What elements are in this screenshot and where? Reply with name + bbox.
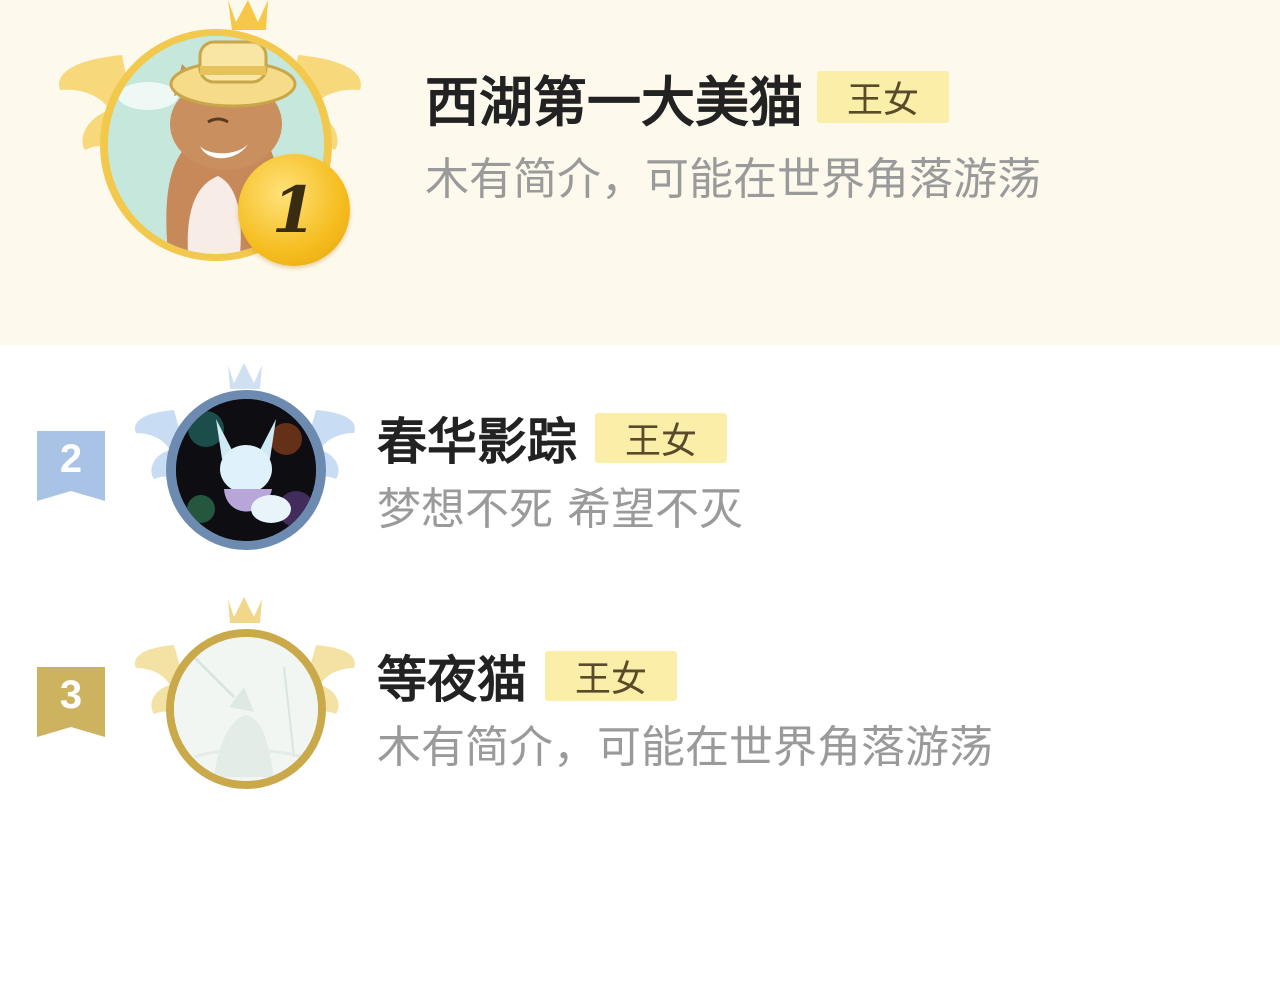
title-tag: 王女 <box>545 651 677 701</box>
ranking-entry-1[interactable]: 1 西湖第一大美猫 王女 木有简介，可能在世界角落游荡 <box>0 0 1280 345</box>
user-name[interactable]: 春华影踪 <box>377 402 577 474</box>
name-row: 等夜猫 王女 <box>377 647 677 709</box>
bronze-avatar-frame[interactable] <box>130 595 360 795</box>
silver-avatar-frame[interactable] <box>130 355 360 555</box>
rank-number: 3 <box>59 673 83 717</box>
user-name[interactable]: 等夜猫 <box>377 640 527 712</box>
rank-number: 1 <box>271 172 317 248</box>
user-description: 木有简介，可能在世界角落游荡 <box>377 722 993 773</box>
ranking-entry-2[interactable]: 2 春华影踪 王女 梦想不死 希望不灭 <box>0 355 1280 565</box>
rank-1-medal: 1 <box>238 154 350 266</box>
user-name[interactable]: 西湖第一大美猫 <box>425 58 803 137</box>
avatar-image[interactable] <box>176 399 316 541</box>
name-row: 西湖第一大美猫 王女 <box>425 66 949 134</box>
ranking-entry-3[interactable]: 3 等夜猫 王女 木有简介，可能在世界角落游荡 <box>0 595 1280 805</box>
rank-2-flag: 2 <box>37 431 105 501</box>
user-description: 木有简介，可能在世界角落游荡 <box>425 154 1041 205</box>
fox-spirit-avatar-icon <box>176 399 316 541</box>
ranking-page: 1 西湖第一大美猫 王女 木有简介，可能在世界角落游荡 2 春华影踪 王女 梦想… <box>0 0 1280 1000</box>
rank-3-flag: 3 <box>37 667 105 737</box>
user-description: 梦想不死 希望不灭 <box>377 484 743 535</box>
pale-sketch-avatar-icon <box>174 637 318 781</box>
gold-avatar-frame[interactable]: 1 <box>50 0 370 290</box>
avatar-image[interactable] <box>174 637 318 781</box>
title-tag: 王女 <box>817 71 949 123</box>
rank-number: 2 <box>59 437 83 481</box>
title-tag: 王女 <box>595 413 727 463</box>
name-row: 春华影踪 王女 <box>377 409 727 471</box>
